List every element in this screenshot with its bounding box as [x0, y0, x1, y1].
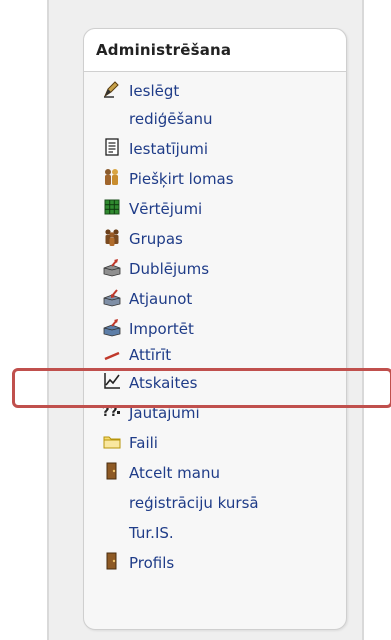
menu-item-label: Faili — [129, 434, 158, 452]
menu-item-label-continued[interactable]: rediģēšanu — [129, 105, 213, 135]
menu-item-label: Grupas — [129, 230, 183, 248]
menu-item-label: Piešķirt lomas — [129, 170, 234, 188]
restore-icon — [101, 286, 123, 308]
menu-item-reset[interactable]: Attīrīt — [101, 341, 171, 367]
block-header: Administrēšana — [84, 29, 346, 72]
menu-item-label-continued[interactable]: Tur.IS. — [129, 519, 174, 549]
menu-item-grades[interactable]: Vērtējumi — [101, 195, 202, 221]
menu-item-turn-editing-on[interactable]: Ieslēgt — [101, 77, 179, 103]
menu-item-files[interactable]: Faili — [101, 429, 158, 455]
menu-item-assign-roles[interactable]: Piešķirt lomas — [101, 165, 234, 191]
menu-item-label: Ieslēgt — [129, 82, 180, 100]
menu-item-label: Atskaites — [129, 374, 198, 392]
menu-item-settings[interactable]: Iestatījumi — [101, 135, 208, 161]
menu-item-label: Vērtējumi — [129, 200, 203, 218]
groups-icon — [101, 226, 123, 248]
menu-item-label-continued[interactable]: reģistrāciju kursā — [129, 489, 259, 519]
menu-item-groups[interactable]: Grupas — [101, 225, 183, 251]
menu-item-profile[interactable]: Profils — [101, 549, 174, 575]
menu-item-label: Iestatījumi — [129, 140, 209, 158]
svg-text:?: ? — [110, 405, 118, 420]
menu-item-label: Profils — [129, 554, 175, 572]
svg-text:?: ? — [102, 405, 110, 420]
backup-icon — [101, 256, 123, 278]
menu-item-unenrol[interactable]: Atcelt manu — [101, 459, 220, 485]
block-title: Administrēšana — [96, 41, 232, 59]
administration-block: Administrēšana Ieslēgt rediģēšanu Iestat… — [83, 28, 347, 630]
reset-icon — [101, 342, 123, 364]
menu-item-label: Attīrīt — [129, 346, 172, 364]
menu-item-label: Atcelt manu — [129, 464, 220, 482]
menu-item-questions[interactable]: ? ? Jautājumi — [101, 399, 200, 425]
questions-icon: ? ? — [101, 400, 123, 422]
reports-icon — [101, 370, 123, 392]
menu-item-label: Atjaunot — [129, 290, 193, 308]
menu-item-label: Jautājumi — [129, 404, 200, 422]
menu-item-backup[interactable]: Dublējums — [101, 255, 209, 281]
assign-roles-icon — [101, 166, 123, 188]
menu-item-reports[interactable]: Atskaites — [101, 369, 197, 395]
menu-item-import[interactable]: Importēt — [101, 315, 194, 341]
import-icon — [101, 316, 123, 338]
grades-icon — [101, 196, 123, 218]
profile-icon — [101, 550, 123, 572]
files-folder-icon — [101, 430, 123, 452]
menu-item-label: Dublējums — [129, 260, 210, 278]
edit-icon — [101, 78, 123, 100]
unenrol-icon — [101, 460, 123, 482]
menu-item-restore[interactable]: Atjaunot — [101, 285, 192, 311]
settings-document-icon — [101, 136, 123, 158]
